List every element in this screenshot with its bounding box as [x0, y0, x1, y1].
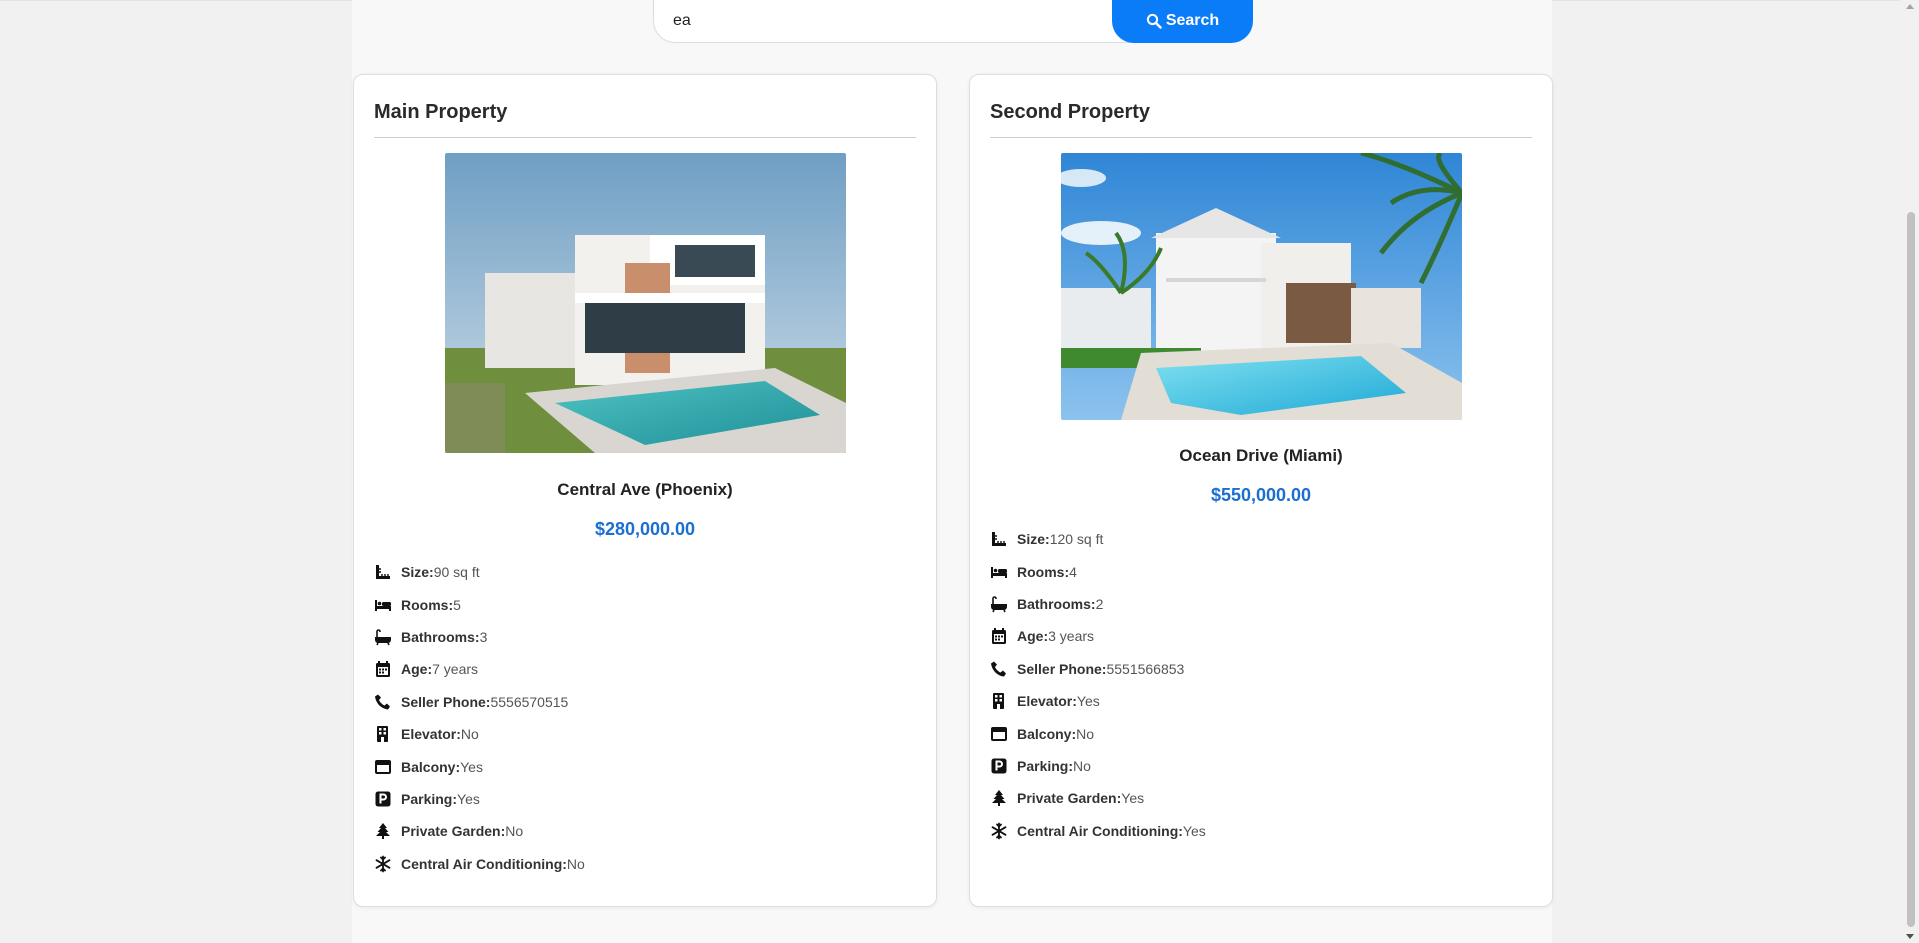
search-button-label: Search [1165, 12, 1220, 29]
ruler-icon [374, 563, 394, 581]
detail-row: Rooms: 4 [990, 555, 1206, 587]
detail-row: Central Air Conditioning: Yes [990, 815, 1206, 847]
detail-row: Central Air Conditioning: No [374, 848, 585, 880]
card-title: Second Property [990, 101, 1151, 123]
vertical-scrollbar[interactable] [1902, 0, 1919, 943]
ruler-icon [990, 530, 1010, 548]
detail-row: Size: 120 sq ft [990, 523, 1206, 555]
detail-row: Rooms: 5 [374, 588, 585, 620]
property-name: Central Ave (Phoenix) [557, 480, 733, 499]
search-bar: Search [653, 0, 1253, 43]
detail-row: Seller Phone: 5551566853 [990, 653, 1206, 685]
building-icon [990, 692, 1010, 710]
detail-row: Parking: No [990, 750, 1206, 782]
scroll-down-arrow-icon[interactable] [1906, 934, 1914, 939]
detail-row: Elevator: Yes [990, 685, 1206, 717]
parking-icon [990, 757, 1010, 775]
main-property-card: Main Property Central Ave (Phoenix) $280… [353, 74, 937, 907]
calendar-icon [990, 627, 1010, 645]
property-photo [445, 153, 846, 453]
bath-icon [374, 628, 394, 646]
building-icon [374, 725, 394, 743]
detail-row: Age: 3 years [990, 620, 1206, 652]
card-divider [374, 137, 916, 138]
card-title: Main Property [374, 101, 508, 123]
search-input[interactable] [654, 0, 1114, 42]
property-details: Size: 90 sq ft Rooms: 5 Bathrooms: 3 Age: 7 … [374, 556, 585, 880]
detail-row: Elevator: No [374, 718, 585, 750]
detail-row: Private Garden: No [374, 815, 585, 847]
snowflake-icon [990, 822, 1010, 840]
second-property-card: Second Property Ocean Drive (Miami) $550… [969, 74, 1553, 907]
scroll-up-arrow-icon[interactable] [1906, 4, 1914, 9]
detail-row: Age: 7 years [374, 653, 585, 685]
detail-row: Seller Phone: 5556570515 [374, 686, 585, 718]
card-divider [990, 137, 1532, 138]
detail-row: Size: 90 sq ft [374, 556, 585, 588]
detail-row: Bathrooms: 2 [990, 588, 1206, 620]
property-price: $280,000.00 [594, 519, 696, 539]
search-icon [1146, 13, 1162, 29]
detail-row: Parking: Yes [374, 783, 585, 815]
scroll-thumb[interactable] [1907, 212, 1915, 927]
parking-icon [374, 790, 394, 808]
detail-row: Private Garden: Yes [990, 782, 1206, 814]
detail-row: Bathrooms: 3 [374, 621, 585, 653]
snowflake-icon [374, 855, 394, 873]
bath-icon [990, 595, 1010, 613]
balcony-icon [374, 758, 394, 776]
detail-row: Balcony: No [990, 717, 1206, 749]
tree-icon [374, 822, 394, 840]
detail-row: Balcony: Yes [374, 750, 585, 782]
bed-icon [990, 563, 1010, 581]
tree-icon [990, 789, 1010, 807]
property-price: $550,000.00 [1210, 485, 1312, 505]
balcony-icon [990, 725, 1010, 743]
calendar-icon [374, 660, 394, 678]
property-photo [1061, 153, 1462, 420]
property-name: Ocean Drive (Miami) [1179, 446, 1343, 465]
phone-icon [990, 660, 1010, 678]
search-button[interactable]: Search [1112, 0, 1253, 43]
phone-icon [374, 693, 394, 711]
property-details: Size: 120 sq ft Rooms: 4 Bathrooms: 2 Age: 3… [990, 523, 1206, 847]
bed-icon [374, 596, 394, 614]
